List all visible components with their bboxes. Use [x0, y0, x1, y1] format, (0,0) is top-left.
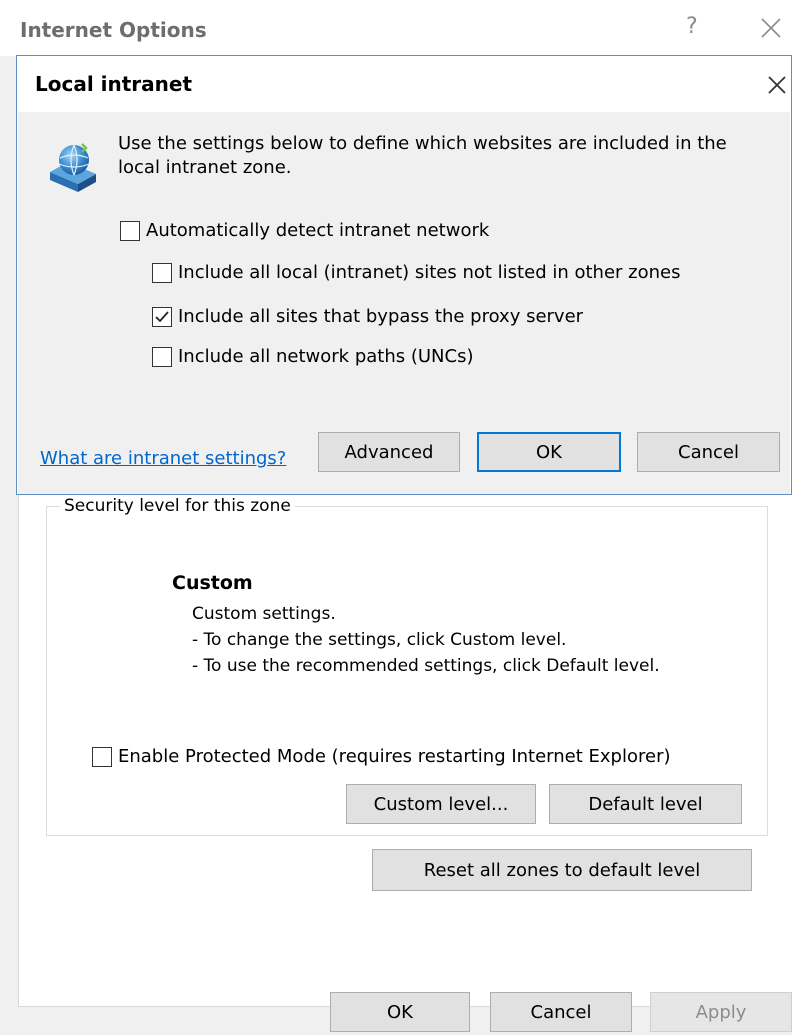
option-bypass-proxy[interactable]: Include all sites that bypass the proxy … [152, 306, 583, 332]
security-description-line: - To change the settings, click Custom l… [192, 630, 567, 650]
parent-titlebar: Internet Options ? [0, 0, 792, 56]
dialog-intro-text: Use the settings below to define which w… [118, 133, 727, 178]
parent-window-title: Internet Options [20, 18, 207, 42]
cancel-button[interactable]: Cancel [490, 992, 632, 1032]
default-level-button[interactable]: Default level [549, 784, 742, 824]
option-label: Include all sites that bypass the proxy … [178, 306, 584, 327]
security-description-line: Custom settings. [192, 604, 336, 624]
network-paths-checkbox[interactable] [152, 346, 172, 367]
auto-detect-checkbox[interactable] [120, 220, 140, 241]
option-auto-detect[interactable]: Automatically detect intranet network [120, 220, 489, 246]
option-network-paths[interactable]: Include all network paths (UNCs) [152, 346, 473, 372]
advanced-button[interactable]: Advanced [318, 432, 460, 472]
dialog-ok-button[interactable]: OK [477, 432, 621, 472]
security-level-title: Custom [172, 572, 253, 594]
protected-mode-checkbox[interactable] [92, 746, 112, 767]
help-icon[interactable]: ? [686, 14, 698, 39]
checkmark-icon [155, 310, 169, 322]
close-icon[interactable] [756, 10, 786, 44]
custom-level-button[interactable]: Custom level... [346, 784, 536, 824]
close-icon[interactable] [763, 70, 791, 100]
protected-mode-option[interactable]: Enable Protected Mode (requires restarti… [92, 746, 671, 772]
network-globe-icon [44, 138, 102, 196]
dialog-title: Local intranet [35, 72, 193, 96]
option-label: Include all network paths (UNCs) [178, 346, 474, 367]
option-label: Include all local (intranet) sites not l… [178, 262, 681, 283]
apply-button: Apply [650, 992, 792, 1032]
reset-all-zones-button[interactable]: Reset all zones to default level [372, 849, 752, 891]
protected-mode-label: Enable Protected Mode (requires restarti… [118, 746, 671, 767]
ok-button[interactable]: OK [330, 992, 470, 1032]
option-label: Automatically detect intranet network [146, 220, 490, 241]
intranet-settings-help-link[interactable]: What are intranet settings? [40, 448, 286, 469]
bypass-proxy-checkbox[interactable] [152, 306, 172, 327]
option-local-sites[interactable]: Include all local (intranet) sites not l… [152, 262, 680, 288]
security-level-legend: Security level for this zone [60, 496, 295, 516]
dialog-cancel-button[interactable]: Cancel [637, 432, 780, 472]
local-sites-checkbox[interactable] [152, 262, 172, 283]
security-description-line: - To use the recommended settings, click… [192, 656, 660, 676]
